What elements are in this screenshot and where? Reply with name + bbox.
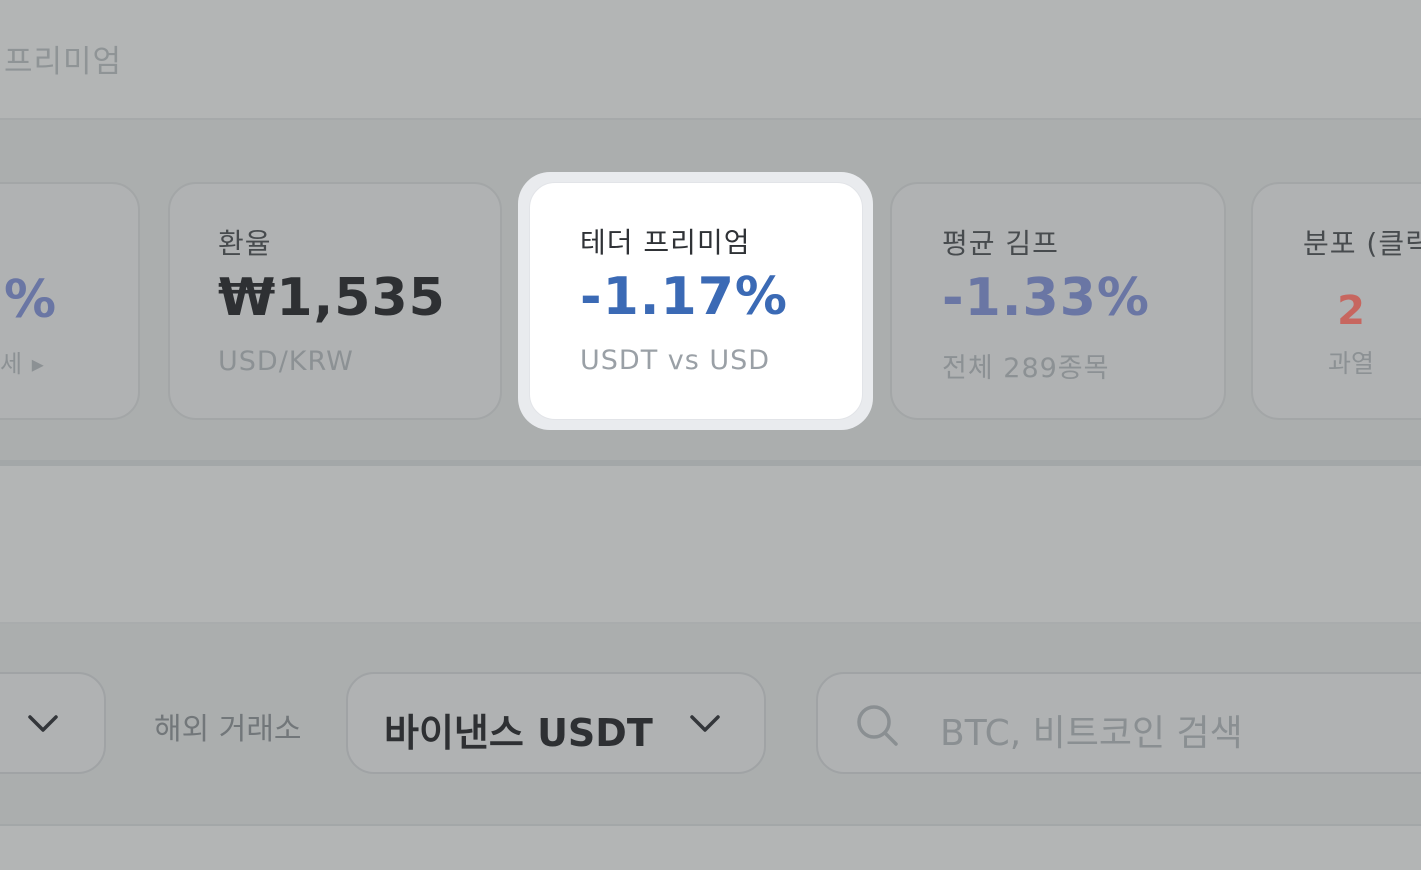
overheat-count: 2 [1337,288,1365,334]
stat-title: 테더 프리미엄 [580,226,751,259]
stat-sub: USDT vs USD [580,345,771,376]
stat-value: -1.33% [942,268,1150,328]
overseas-exchange-select[interactable]: 바이낸스 USDT [346,672,766,774]
domestic-exchange-select[interactable] [0,672,106,774]
overheat-label: 과열 [1327,349,1374,378]
list-area [0,826,1421,870]
page-title: 프리미엄 [4,44,123,80]
stat-title: 분포 (클릭 [1303,227,1421,260]
stat-value: ₩1,535 [218,268,446,328]
stat-title: 평균 김프 [942,227,1059,260]
stat-value: % [4,270,58,330]
stat-sub-link[interactable]: 세 ▸ [0,344,45,379]
stat-title: 환율 [218,227,272,260]
stat-sub: 전체 289종목 [942,353,1110,384]
search-icon [854,702,900,752]
selected-exchange: 바이낸스 USDT [384,711,653,755]
search-input[interactable]: BTC, 비트코인 검색 [816,672,1421,774]
stat-card-premium[interactable]: % 세 ▸ [0,182,140,420]
stat-card-exchange-rate[interactable]: 환율 ₩1,535 USD/KRW [168,182,502,420]
stat-card-tether-premium[interactable]: 테더 프리미엄 -1.17% USDT vs USD [529,182,863,420]
chevron-down-icon [26,710,60,736]
overseas-exchange-label: 해외 거래소 [154,712,302,747]
stat-card-distribution[interactable]: 분포 (클릭 2 과열 [1251,182,1421,420]
stat-card-average-kimp[interactable]: 평균 김프 -1.33% 전체 289종목 [890,182,1226,420]
stat-sub: USD/KRW [218,346,354,377]
content-spacer [0,466,1421,624]
search-placeholder: BTC, 비트코인 검색 [940,713,1243,754]
chevron-down-icon [688,710,722,736]
header-bar: 프리미엄 [0,0,1421,120]
stat-value: -1.17% [580,267,788,327]
